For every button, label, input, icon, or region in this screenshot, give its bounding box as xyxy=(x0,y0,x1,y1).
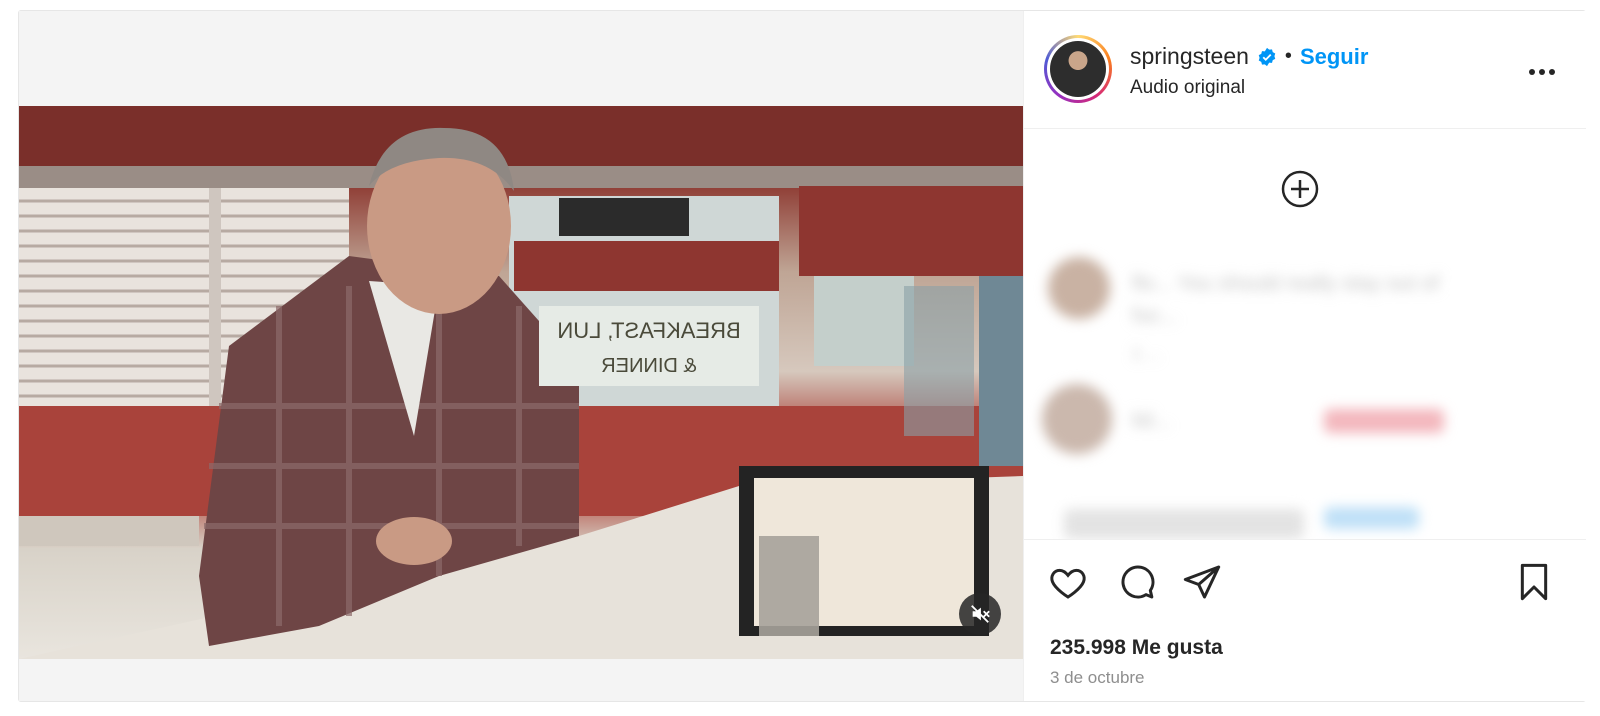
likes-count[interactable]: 235.998 Me gusta xyxy=(1050,636,1223,660)
share-icon xyxy=(1183,565,1221,599)
mute-toggle-button[interactable] xyxy=(959,593,1001,635)
comment-redacted xyxy=(1324,507,1419,529)
diner-sign: BREAKFAST, LUN & DINNER xyxy=(539,306,759,386)
comment-avatar xyxy=(1042,384,1112,454)
comment-redacted xyxy=(1064,509,1304,539)
comment-button[interactable] xyxy=(1116,562,1156,607)
avatar[interactable] xyxy=(1050,41,1106,97)
save-button[interactable] xyxy=(1514,562,1554,607)
audio-label[interactable]: Audio original xyxy=(1130,77,1245,99)
mute-icon xyxy=(971,605,990,623)
video-frame: BREAKFAST, LUN & DINNER xyxy=(19,106,1023,659)
comment-text: lid... xyxy=(1132,409,1171,432)
comment-meta: 1 ... xyxy=(1132,344,1161,363)
more-options-button[interactable] xyxy=(1528,63,1556,81)
comments-section: flo... You should really stay out of fuc… xyxy=(1024,129,1586,539)
comment-text: flo... You should really stay out of xyxy=(1132,272,1440,295)
separator-dot: • xyxy=(1284,45,1292,67)
actions-bar: 235.998 Me gusta 3 de octubre xyxy=(1024,539,1586,702)
follow-button[interactable]: Seguir xyxy=(1300,44,1368,70)
post-date[interactable]: 3 de octubre xyxy=(1050,668,1145,688)
more-options-icon xyxy=(1529,69,1555,75)
post-header: springsteen • Seguir Audio original xyxy=(1024,11,1586,129)
post-container: BREAKFAST, LUN & DINNER springsteen • Se… xyxy=(18,10,1586,702)
username[interactable]: springsteen xyxy=(1130,43,1249,70)
story-ring[interactable] xyxy=(1044,35,1112,103)
post-sidebar: springsteen • Seguir Audio original flo.… xyxy=(1023,11,1586,701)
bookmark-icon xyxy=(1520,563,1548,601)
sign-line-1: BREAKFAST, LUN xyxy=(557,318,740,343)
sign-line-2: & DINNER xyxy=(601,355,697,377)
verified-badge-icon xyxy=(1258,47,1276,66)
add-comment-icon xyxy=(1281,170,1319,208)
comment-redacted xyxy=(1324,409,1444,433)
load-more-comments-button[interactable] xyxy=(1280,169,1320,214)
comment-text-continued: fuc... xyxy=(1132,304,1178,327)
share-button[interactable] xyxy=(1182,562,1222,607)
comment-avatar xyxy=(1048,257,1110,319)
heart-icon xyxy=(1050,568,1086,599)
post-media: BREAKFAST, LUN & DINNER xyxy=(19,11,1023,701)
comment-icon xyxy=(1121,565,1155,599)
like-button[interactable] xyxy=(1048,562,1088,607)
user-row: springsteen • Seguir xyxy=(1130,43,1368,70)
video-player[interactable]: BREAKFAST, LUN & DINNER xyxy=(19,106,1023,659)
